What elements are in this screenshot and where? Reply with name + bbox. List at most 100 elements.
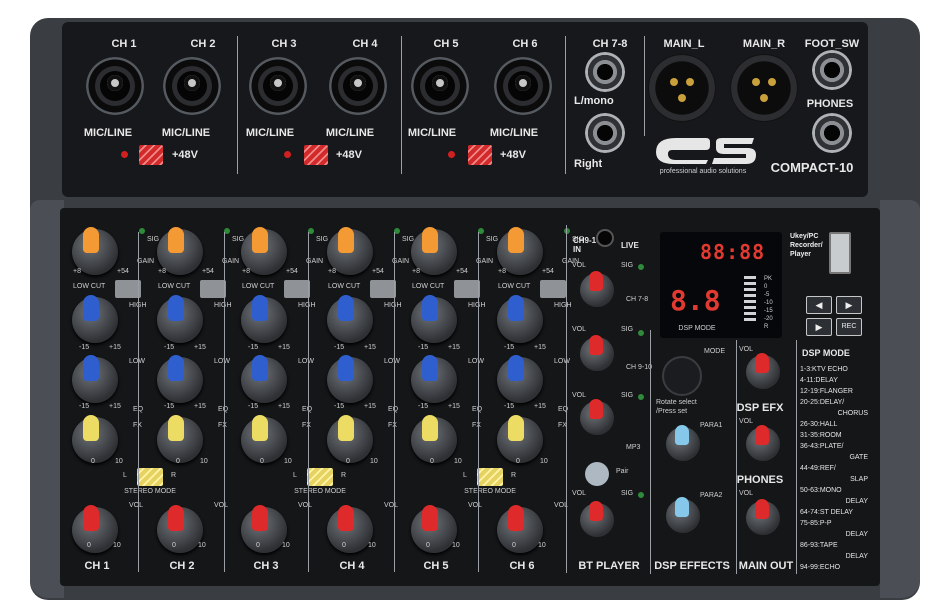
ch6-lowcut-button[interactable] <box>540 280 566 298</box>
main-r-label: MAIN_R <box>742 38 786 50</box>
stereo-mode-switch-3[interactable] <box>477 468 503 486</box>
rotate-select-label: Rotate select /Press set <box>656 399 697 415</box>
divider <box>478 232 479 572</box>
ch5-combo-jack[interactable] <box>411 57 469 115</box>
ch4-high-eq-knob[interactable] <box>327 295 373 343</box>
ch6-mic-line-label: MIC/LINE <box>489 127 539 139</box>
ch1-gain-max: +54 <box>117 268 129 275</box>
meter-0: 0 <box>764 284 768 290</box>
ch4-fx-knob[interactable] <box>327 415 373 463</box>
ch6-high-min: -15 <box>504 344 515 351</box>
ch4-vol-knob[interactable] <box>327 505 373 553</box>
ch4-gain-min: +8 <box>328 268 336 275</box>
dsp-mode-item: 26-30:HALL <box>800 421 838 428</box>
dsp-mode-item: GATE <box>849 454 868 461</box>
ch3-high-eq-knob[interactable] <box>241 295 287 343</box>
ch2-high-eq-knob[interactable] <box>157 295 203 343</box>
ch3-fx-knob[interactable] <box>241 415 287 463</box>
ch6-vol-knob[interactable] <box>497 505 543 553</box>
ch5-lowcut-button[interactable] <box>454 280 480 298</box>
ch5-low-label: LOW <box>468 358 484 365</box>
ch1-high-eq-knob[interactable] <box>72 295 118 343</box>
ch1-low-label: LOW <box>129 358 145 365</box>
dsp-mode-item: CHORUS <box>837 410 868 417</box>
bt-pair-button[interactable] <box>585 462 609 486</box>
ch1-vol-ten: 10 <box>113 542 121 549</box>
ch1-low-eq-knob[interactable] <box>72 355 118 403</box>
ch78-right-jack[interactable] <box>585 113 625 153</box>
ch910-mini-jack[interactable] <box>596 229 614 247</box>
usb-port[interactable] <box>829 232 851 274</box>
divider <box>237 36 238 174</box>
ch6-high-eq-knob[interactable] <box>497 295 543 343</box>
phantom-switch-2[interactable] <box>304 145 328 165</box>
stereo-mode-switch-2[interactable] <box>307 468 333 486</box>
knob-cap <box>83 227 99 253</box>
ch5-vol-knob[interactable] <box>411 505 457 553</box>
bt-vol-knob[interactable] <box>580 501 614 537</box>
prev-button[interactable]: ◀ <box>806 296 832 314</box>
ch2-low-eq-knob[interactable] <box>157 355 203 403</box>
main-out-vol-knob[interactable] <box>746 499 780 535</box>
ch6-combo-jack[interactable] <box>494 57 552 115</box>
mp3-vol-knob[interactable] <box>580 399 614 435</box>
stereo-mode-switch-1[interactable] <box>137 468 163 486</box>
phones-jack[interactable] <box>812 113 852 153</box>
ch5-high-eq-knob[interactable] <box>411 295 457 343</box>
play-pause-button[interactable]: ▶ <box>806 318 832 336</box>
ch2-vol-label: VOL <box>214 502 229 509</box>
ch78-vol-knob[interactable] <box>580 271 614 307</box>
mode-encoder[interactable] <box>662 356 702 396</box>
ch3-vol-knob[interactable] <box>241 505 287 553</box>
ch78-vol-label: VOL <box>572 262 587 269</box>
ch5-low-min: -15 <box>418 403 429 410</box>
ch6-low-eq-knob[interactable] <box>497 355 543 403</box>
ch4-low-eq-knob[interactable] <box>327 355 373 403</box>
next-button[interactable]: ▶ <box>836 296 862 314</box>
ch910-vol-knob[interactable] <box>580 335 614 371</box>
ch1-combo-jack[interactable] <box>86 57 144 115</box>
ch2-vol-knob[interactable] <box>157 505 203 553</box>
bt-sig-led <box>638 492 644 498</box>
ch1-vol-knob[interactable] <box>72 505 118 553</box>
para2-knob[interactable] <box>666 497 700 533</box>
main-l-xlr-output[interactable] <box>648 54 716 122</box>
ch4-lowcut-button[interactable] <box>370 280 396 298</box>
knob-cap <box>168 415 184 441</box>
ch4-input-label: CH 4 <box>352 38 378 50</box>
ch5-low-eq-knob[interactable] <box>411 355 457 403</box>
phantom-switch-3[interactable] <box>468 145 492 165</box>
phones-vol-knob[interactable] <box>746 425 780 461</box>
phantom-switch-1[interactable] <box>139 145 163 165</box>
ch2-combo-jack[interactable] <box>163 57 221 115</box>
ch2-lowcut-button[interactable] <box>200 280 226 298</box>
foot-switch-jack[interactable] <box>812 50 852 90</box>
ch1-lowcut-label: LOW CUT <box>73 283 106 290</box>
main-r-xlr-output[interactable] <box>730 54 798 122</box>
ch1-high-max: +15 <box>109 344 121 351</box>
ch5-high-max: +15 <box>448 344 460 351</box>
rec-button[interactable]: REC <box>836 318 862 336</box>
ch3-low-eq-knob[interactable] <box>241 355 287 403</box>
tagline: professional audio solutions <box>659 168 747 175</box>
ch3-lowcut-button[interactable] <box>284 280 310 298</box>
ch4-combo-jack[interactable] <box>329 57 387 115</box>
dsp-mode-item: 4-11:DELAY <box>800 377 838 384</box>
ch3-vol-label: VOL <box>298 502 313 509</box>
ch78-left-jack[interactable] <box>585 52 625 92</box>
dsp-mode-title: DSP MODE <box>802 348 850 358</box>
mp3-sig-led <box>638 394 644 400</box>
ch1-fx-knob[interactable] <box>72 415 118 463</box>
dsp-mode-item: 44-49:REF/ <box>800 465 836 472</box>
ch1-mic-line-label: MIC/LINE <box>83 127 133 139</box>
knob-cap <box>338 355 354 381</box>
ch6-fx-knob[interactable] <box>497 415 543 463</box>
ch2-fx-knob[interactable] <box>157 415 203 463</box>
knob-cap <box>168 505 184 531</box>
knob-cap <box>508 295 524 321</box>
ch5-gain-min: +8 <box>412 268 420 275</box>
ch5-fx-knob[interactable] <box>411 415 457 463</box>
ch3-combo-jack[interactable] <box>249 57 307 115</box>
para1-knob[interactable] <box>666 425 700 461</box>
dsp-efx-vol-knob[interactable] <box>746 353 780 389</box>
